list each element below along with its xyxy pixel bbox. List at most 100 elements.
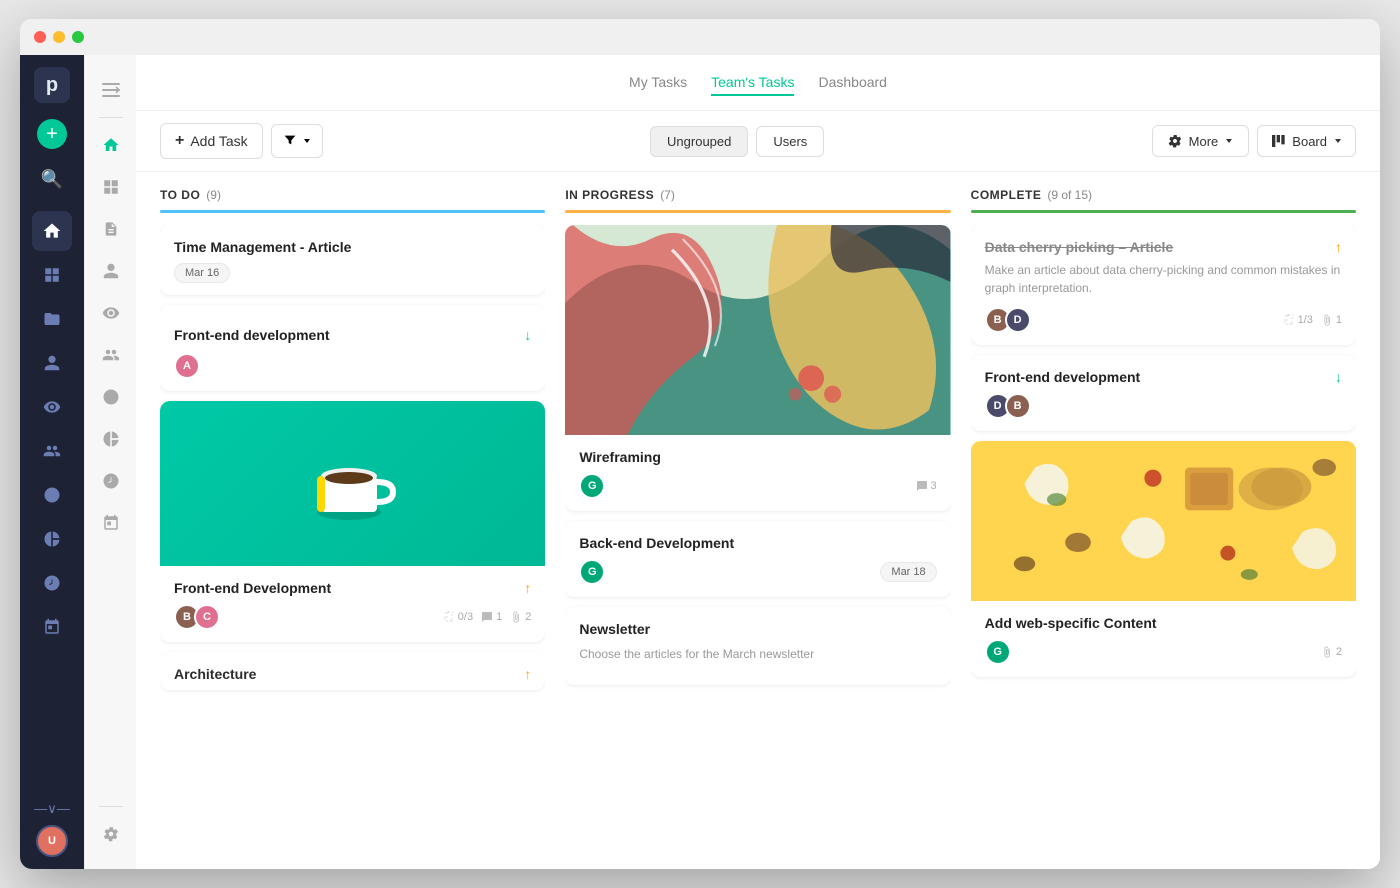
card-frontend-complete[interactable]: Front-end development ↓ D B: [971, 355, 1356, 431]
sidebar-item-board[interactable]: [32, 255, 72, 295]
subtasks-meta: 0/3: [443, 611, 473, 623]
column-todo-title: TO DO: [160, 188, 200, 202]
column-todo: TO DO (9) Time Management - Article Mar …: [160, 172, 545, 853]
card-image-art: [565, 225, 950, 435]
column-inprogress-cards: Wireframing G 3: [565, 225, 950, 853]
comments-meta: 1: [481, 611, 502, 623]
sidebar-item-calendar[interactable]: [32, 607, 72, 647]
card-frontend-development-coffee[interactable]: Front-end Development ↑ B C: [160, 401, 545, 642]
avatar: C: [194, 604, 220, 630]
ungrouped-button[interactable]: Ungrouped: [650, 126, 748, 157]
card-backend-dev[interactable]: Back-end Development G Mar 18: [565, 521, 950, 597]
card-title: Front-end development: [174, 327, 330, 343]
sidebar-light-eye[interactable]: [93, 295, 129, 331]
add-new-button[interactable]: +: [37, 119, 67, 149]
chevron-down-icon: [302, 136, 312, 146]
board-view-icon: [1270, 133, 1286, 149]
sidebar-light-settings[interactable]: [93, 816, 129, 852]
column-complete-cards: Data cherry picking – Article ↑ Make an …: [971, 225, 1356, 853]
column-todo-count: (9): [206, 188, 221, 202]
tab-my-tasks[interactable]: My Tasks: [629, 70, 687, 96]
card-title: Time Management - Article: [174, 239, 531, 255]
plus-icon: +: [175, 132, 184, 150]
card-avatars: G: [579, 473, 599, 499]
collapse-icon[interactable]: —∨—: [34, 801, 70, 817]
sidebar-item-person[interactable]: [32, 343, 72, 383]
board-button[interactable]: Board: [1257, 125, 1356, 157]
app-body: p + 🔍: [20, 55, 1380, 869]
chevron-down-more-icon: [1224, 136, 1234, 146]
column-complete-header: COMPLETE (9 of 15): [971, 172, 1356, 210]
card-image-coffee: [160, 401, 545, 566]
app-logo: p: [34, 67, 70, 103]
avatar: B: [1005, 393, 1031, 419]
card-title: Data cherry picking – Article: [985, 239, 1327, 255]
sidebar-item-folder[interactable]: [32, 299, 72, 339]
priority-down-icon: ↓: [1335, 369, 1342, 385]
priority-down-icon: ↓: [524, 327, 531, 343]
search-sidebar-icon[interactable]: 🔍: [32, 159, 72, 199]
coffee-mug-illustration: [293, 424, 413, 544]
sidebar-light-user[interactable]: [93, 253, 129, 289]
card-description: Make an article about data cherry-pickin…: [985, 261, 1342, 297]
tab-dashboard[interactable]: Dashboard: [818, 70, 887, 96]
priority-up-icon: ↑: [1335, 239, 1342, 255]
menu-expand-icon[interactable]: [93, 72, 129, 108]
column-complete-title: COMPLETE: [971, 188, 1042, 202]
sidebar-light-clock[interactable]: [93, 463, 129, 499]
card-architecture[interactable]: Architecture ↑: [160, 652, 545, 690]
card-wireframing[interactable]: Wireframing G 3: [565, 225, 950, 511]
users-button[interactable]: Users: [756, 126, 824, 157]
more-button[interactable]: More: [1152, 125, 1250, 157]
sidebar-light-calendar[interactable]: [93, 505, 129, 541]
sidebar-item-time[interactable]: [32, 563, 72, 603]
card-time-management[interactable]: Time Management - Article Mar 16: [160, 225, 545, 295]
funnel-icon: [282, 133, 298, 149]
avatar: G: [985, 639, 1011, 665]
sidebar-item-chart[interactable]: [32, 519, 72, 559]
attachments-meta: 2: [1321, 646, 1342, 658]
close-button[interactable]: [34, 31, 46, 43]
titlebar: [20, 19, 1380, 55]
column-todo-divider: [160, 210, 545, 213]
attachments-meta: 1: [1321, 314, 1342, 326]
sidebar-dark: p + 🔍: [20, 55, 84, 869]
app-window: p + 🔍: [20, 19, 1380, 869]
card-data-cherry[interactable]: Data cherry picking – Article ↑ Make an …: [971, 225, 1356, 345]
sidebar-light-dollar[interactable]: [93, 379, 129, 415]
sidebar-light-grid[interactable]: [93, 169, 129, 205]
sidebar-item-dollar[interactable]: [32, 475, 72, 515]
sidebar-light: [84, 55, 136, 869]
card-newsletter[interactable]: Newsletter Choose the articles for the M…: [565, 607, 950, 685]
add-task-button[interactable]: + Add Task: [160, 123, 263, 159]
avatar: G: [579, 473, 605, 499]
sidebar-item-eye[interactable]: [32, 387, 72, 427]
card-avatars: B D: [985, 307, 1025, 333]
user-avatar[interactable]: U: [36, 825, 68, 857]
card-title: Add web-specific Content: [985, 615, 1342, 631]
sidebar-bottom: —∨— U: [34, 801, 70, 857]
minimize-button[interactable]: [53, 31, 65, 43]
toolbar-right: More Board: [1152, 125, 1356, 157]
sidebar-light-file[interactable]: [93, 211, 129, 247]
card-meta: 0/3 1 2: [443, 611, 532, 623]
sidebar-item-group[interactable]: [32, 431, 72, 471]
card-web-content[interactable]: Add web-specific Content G 2: [971, 441, 1356, 677]
filter-button[interactable]: [271, 124, 323, 158]
sidebar-light-pie[interactable]: [93, 421, 129, 457]
card-avatars: G: [985, 639, 1005, 665]
tab-teams-tasks[interactable]: Team's Tasks: [711, 70, 794, 96]
sidebar-item-home[interactable]: [32, 211, 72, 251]
subtasks-meta: 1/3: [1283, 314, 1313, 326]
sidebar-light-home[interactable]: [93, 127, 129, 163]
priority-up-icon: ↑: [524, 580, 531, 596]
maximize-button[interactable]: [72, 31, 84, 43]
card-frontend-dev-todo[interactable]: Front-end development ↓ A: [160, 305, 545, 391]
card-avatars: D B: [985, 393, 1342, 419]
gear-icon: [1167, 133, 1183, 149]
card-title: Newsletter: [579, 621, 936, 637]
card-avatars: B C: [174, 604, 214, 630]
sidebar-light-group[interactable]: [93, 337, 129, 373]
card-title: Back-end Development: [579, 535, 936, 551]
column-inprogress-header: IN PROGRESS (7): [565, 172, 950, 210]
